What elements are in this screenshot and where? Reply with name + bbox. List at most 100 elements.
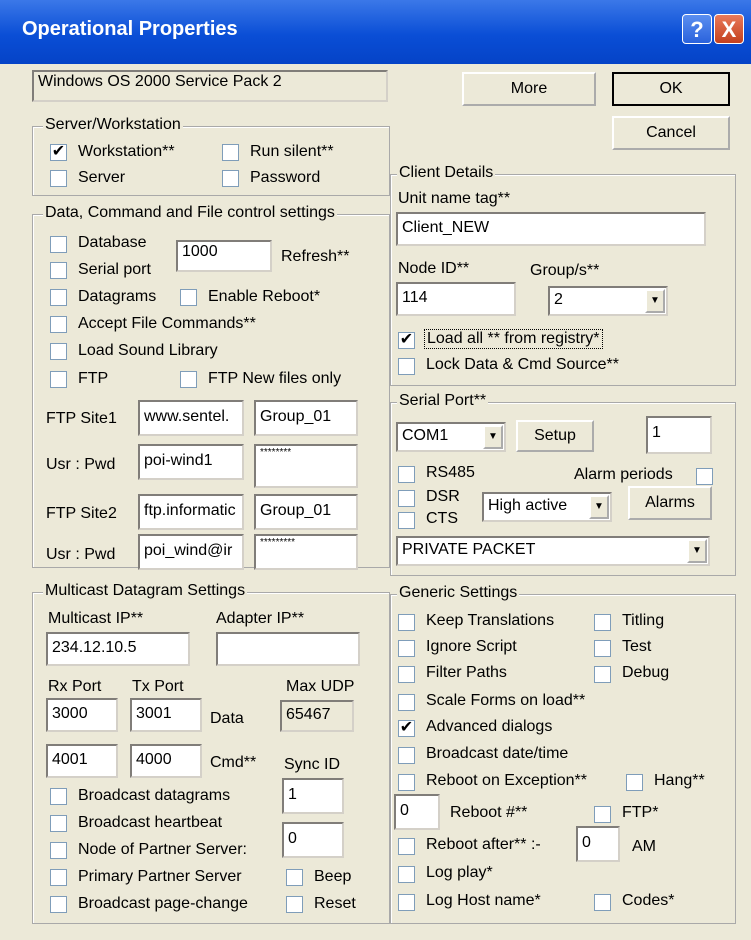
- node-partner-input[interactable]: 0: [282, 822, 344, 858]
- unit-name-input[interactable]: Client_NEW: [396, 212, 706, 246]
- lock-data-checkbox[interactable]: [398, 358, 415, 375]
- node-id-label: Node ID**: [398, 260, 470, 277]
- help-button[interactable]: ?: [682, 14, 712, 44]
- enable-reboot-checkbox[interactable]: [180, 289, 197, 306]
- primary-partner-checkbox[interactable]: [50, 869, 67, 886]
- log-play-checkbox[interactable]: [398, 866, 415, 883]
- database-checkbox[interactable]: [50, 236, 67, 253]
- run-silent-checkbox[interactable]: [222, 144, 239, 161]
- serial-port-legend: Serial Port**: [397, 392, 489, 410]
- workstation-label: Workstation**: [78, 143, 175, 160]
- datagrams-checkbox[interactable]: [50, 289, 67, 306]
- workstation-checkbox[interactable]: ✔: [50, 144, 67, 161]
- ftp-site1-group-input[interactable]: Group_01: [254, 400, 358, 436]
- chevron-down-icon[interactable]: ▼: [589, 495, 609, 519]
- password2-input[interactable]: *********: [254, 534, 358, 570]
- rs485-checkbox[interactable]: [398, 466, 415, 483]
- titling-checkbox[interactable]: [594, 614, 611, 631]
- dialog-window: Operational Properties ? X Windows OS 20…: [0, 0, 751, 940]
- hang-checkbox[interactable]: [626, 774, 643, 791]
- node-partner-label: Node of Partner Server:: [78, 841, 247, 858]
- server-checkbox[interactable]: [50, 170, 67, 187]
- ftp-site2-host-input[interactable]: ftp.informatic: [138, 494, 244, 530]
- rx-cmd-port-input[interactable]: 4001: [46, 744, 118, 778]
- codes-checkbox[interactable]: [594, 894, 611, 911]
- alarm-periods-checkbox[interactable]: [696, 468, 713, 485]
- multicast-legend: Multicast Datagram Settings: [43, 582, 248, 600]
- log-host-checkbox[interactable]: [398, 894, 415, 911]
- serial-value-input[interactable]: 1: [646, 416, 712, 454]
- cancel-button[interactable]: Cancel: [612, 116, 730, 150]
- chevron-down-icon[interactable]: ▼: [687, 539, 707, 563]
- test-checkbox[interactable]: [594, 640, 611, 657]
- reboot-hour-input[interactable]: 0: [576, 826, 620, 862]
- broadcast-datagrams-checkbox[interactable]: [50, 788, 67, 805]
- setup-button[interactable]: Setup: [516, 420, 594, 452]
- sync-id-input[interactable]: 1: [282, 778, 344, 814]
- refresh-input[interactable]: 1000: [176, 240, 272, 272]
- password-checkbox[interactable]: [222, 170, 239, 187]
- broadcast-heartbeat-checkbox[interactable]: [50, 815, 67, 832]
- group-select[interactable]: 2 ▼: [548, 286, 668, 316]
- ok-button[interactable]: OK: [612, 72, 730, 106]
- dsr-label: DSR: [426, 488, 460, 505]
- ftp-generic-checkbox[interactable]: [594, 806, 611, 823]
- beep-checkbox[interactable]: [286, 869, 303, 886]
- packet-type-select[interactable]: PRIVATE PACKET ▼: [396, 536, 710, 566]
- adapter-ip-label: Adapter IP**: [216, 610, 305, 627]
- keep-translations-checkbox[interactable]: [398, 614, 415, 631]
- load-sound-label: Load Sound Library: [78, 342, 218, 359]
- load-sound-checkbox[interactable]: [50, 343, 67, 360]
- serial-port-checkbox[interactable]: [50, 262, 67, 279]
- alarms-button[interactable]: Alarms: [628, 486, 712, 520]
- reset-checkbox[interactable]: [286, 896, 303, 913]
- active-level-select[interactable]: High active ▼: [482, 492, 612, 522]
- reboot-exception-checkbox[interactable]: [398, 774, 415, 791]
- broadcast-datetime-label: Broadcast date/time: [426, 745, 569, 762]
- usr-pwd1-label: Usr : Pwd: [46, 456, 116, 473]
- ftp-generic-label: FTP*: [622, 804, 659, 821]
- scale-forms-checkbox[interactable]: [398, 694, 415, 711]
- multicast-ip-input[interactable]: 234.12.10.5: [46, 632, 190, 666]
- client-details-legend: Client Details: [397, 164, 496, 182]
- primary-partner-label: Primary Partner Server: [78, 868, 242, 885]
- password1-input[interactable]: ********: [254, 444, 358, 488]
- node-partner-checkbox[interactable]: [50, 842, 67, 859]
- user2-input[interactable]: poi_wind@ir: [138, 534, 244, 570]
- more-button[interactable]: More: [462, 72, 596, 106]
- node-id-input[interactable]: 114: [396, 282, 516, 316]
- ftp-checkbox[interactable]: [50, 371, 67, 388]
- advanced-dialogs-checkbox[interactable]: ✔: [398, 720, 415, 737]
- com-port-select[interactable]: COM1 ▼: [396, 422, 506, 452]
- rx-data-port-input[interactable]: 3000: [46, 698, 118, 732]
- keep-translations-label: Keep Translations: [426, 612, 555, 629]
- ftp-site2-group-input[interactable]: Group_01: [254, 494, 358, 530]
- cts-checkbox[interactable]: [398, 512, 415, 529]
- ftp-new-checkbox[interactable]: [180, 371, 197, 388]
- broadcast-page-checkbox[interactable]: [50, 896, 67, 913]
- data-label: Data: [210, 710, 244, 727]
- advanced-dialogs-label: Advanced dialogs: [426, 718, 553, 735]
- reboot-number-input[interactable]: 0: [394, 794, 440, 830]
- debug-checkbox[interactable]: [594, 666, 611, 683]
- adapter-ip-input[interactable]: [216, 632, 360, 666]
- dsr-checkbox[interactable]: [398, 490, 415, 507]
- am-label: AM: [632, 838, 656, 855]
- cmd-label: Cmd**: [210, 754, 257, 771]
- ignore-script-checkbox[interactable]: [398, 640, 415, 657]
- filter-paths-checkbox[interactable]: [398, 666, 415, 683]
- tx-cmd-port-input[interactable]: 4000: [130, 744, 202, 778]
- broadcast-datetime-checkbox[interactable]: [398, 747, 415, 764]
- codes-label: Codes*: [622, 892, 675, 909]
- broadcast-heartbeat-label: Broadcast heartbeat: [78, 814, 223, 831]
- ftp-site1-host-input[interactable]: www.sentel.: [138, 400, 244, 436]
- title-bar: Operational Properties ? X: [0, 0, 751, 64]
- chevron-down-icon[interactable]: ▼: [645, 289, 665, 313]
- reboot-after-checkbox[interactable]: [398, 838, 415, 855]
- tx-data-port-input[interactable]: 3001: [130, 698, 202, 732]
- user1-input[interactable]: poi-wind1: [138, 444, 244, 480]
- chevron-down-icon[interactable]: ▼: [483, 425, 503, 449]
- accept-file-checkbox[interactable]: [50, 316, 67, 333]
- load-all-checkbox[interactable]: ✔: [398, 332, 415, 349]
- close-button[interactable]: X: [714, 14, 744, 44]
